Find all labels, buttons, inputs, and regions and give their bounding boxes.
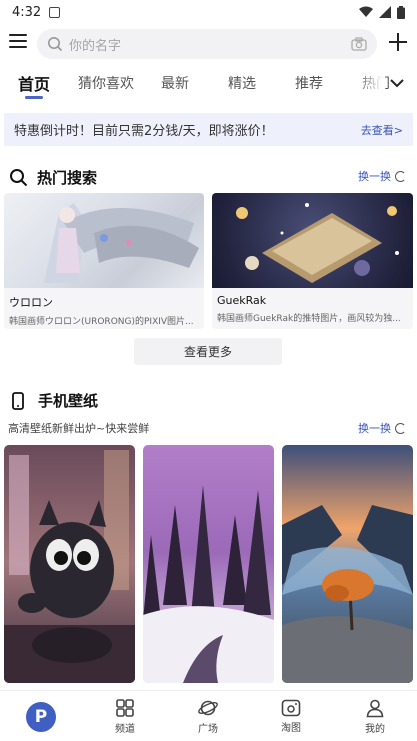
user-icon <box>366 699 384 718</box>
wallpaper-item[interactable] <box>282 445 413 683</box>
wallpaper-image <box>143 445 274 683</box>
add-icon[interactable] <box>388 32 408 52</box>
nav-channels[interactable]: 频道 <box>95 691 155 741</box>
battery-icon <box>397 5 405 19</box>
nav-label: 淘图 <box>281 723 301 734</box>
bottom-navigation: P 频道 广场 淘图 我的 <box>0 690 417 741</box>
planet-icon <box>198 700 218 716</box>
refresh-label: 换一换 <box>358 170 391 183</box>
artwork-image <box>44 203 199 283</box>
menu-icon[interactable] <box>9 34 27 50</box>
artist-name: GuekRak <box>217 294 267 307</box>
view-more-button[interactable]: 查看更多 <box>134 338 282 365</box>
search-icon <box>10 169 28 187</box>
wallpaper-image <box>4 445 135 683</box>
photo-icon <box>281 699 301 717</box>
hot-search-refresh-button[interactable]: 换一换 <box>358 168 406 184</box>
nav-photos[interactable]: 淘图 <box>261 691 321 741</box>
nav-label: 广场 <box>198 724 218 735</box>
nav-label: 我的 <box>365 724 385 735</box>
wallpaper-header: 手机壁纸 <box>12 390 98 411</box>
nav-mine[interactable]: 我的 <box>345 691 405 741</box>
wallpaper-subtitle: 高清壁纸新鲜出炉~快来尝鲜 <box>8 422 150 435</box>
promo-text: 特惠倒计时！目前只需2分钱/天，即将涨价！ <box>14 124 274 139</box>
tab-home[interactable]: 首页 <box>18 71 50 95</box>
wifi-icon <box>359 6 373 17</box>
search-input[interactable]: 你的名字 <box>37 29 377 59</box>
promo-link[interactable]: 去查看> <box>361 122 403 138</box>
notification-icon <box>49 6 61 18</box>
nav-label: 频道 <box>115 724 135 735</box>
wallpaper-image <box>282 445 413 683</box>
status-bar: 4:32 <box>0 0 417 24</box>
tab-guess-you-like[interactable]: 猜你喜欢 <box>78 73 134 93</box>
signal-icon <box>379 6 391 18</box>
search-placeholder: 你的名字 <box>69 38 122 54</box>
grid-icon <box>116 699 134 717</box>
refresh-icon <box>395 170 406 182</box>
status-time: 4:32 <box>12 4 42 20</box>
phone-icon <box>12 391 24 410</box>
artist-card-urorong[interactable]: ウロロン 韩国画师ウロロン(URORONG)的PIXIV图片... <box>4 193 204 329</box>
artist-name: ウロロン <box>9 296 53 309</box>
camera-icon[interactable] <box>351 37 367 51</box>
tab-featured[interactable]: 精选 <box>228 73 256 93</box>
wallpaper-item[interactable] <box>143 445 274 683</box>
refresh-label: 换一换 <box>358 422 391 435</box>
wallpaper-refresh-button[interactable]: 换一换 <box>358 420 406 436</box>
artwork-image <box>236 203 399 283</box>
nav-home[interactable]: P <box>11 691 71 741</box>
artist-thumbnail <box>212 193 413 288</box>
hot-search-header: 热门搜索 <box>9 167 97 188</box>
artist-desc: 韩国画师GuekRak的推特图片，画风较为独... <box>217 314 401 324</box>
wallpaper-item[interactable] <box>4 445 135 683</box>
tab-recommended[interactable]: 推荐 <box>295 73 323 93</box>
artist-desc: 韩国画师ウロロン(URORONG)的PIXIV图片... <box>9 317 194 327</box>
artist-thumbnail <box>4 193 204 288</box>
tab-latest[interactable]: 最新 <box>161 73 189 93</box>
category-tabs: 首页 猜你喜欢 最新 精选 推荐 热门 <box>0 66 417 102</box>
status-icons <box>359 5 405 19</box>
artist-card-guekrak[interactable]: GuekRak 韩国画师GuekRak的推特图片，画风较为独... <box>212 193 413 329</box>
hot-search-title: 热门搜索 <box>37 169 98 187</box>
chevron-down-icon[interactable] <box>389 75 405 91</box>
search-icon <box>48 37 63 52</box>
tab-indicator <box>25 96 43 99</box>
p-logo-icon: P <box>26 701 56 732</box>
top-bar: 你的名字 <box>0 26 417 60</box>
wallpaper-title: 手机壁纸 <box>38 392 99 410</box>
refresh-icon <box>395 422 406 434</box>
promo-banner[interactable]: 特惠倒计时！目前只需2分钱/天，即将涨价！ 去查看> <box>4 113 413 146</box>
tab-fade <box>355 66 385 102</box>
nav-plaza[interactable]: 广场 <box>178 691 238 741</box>
